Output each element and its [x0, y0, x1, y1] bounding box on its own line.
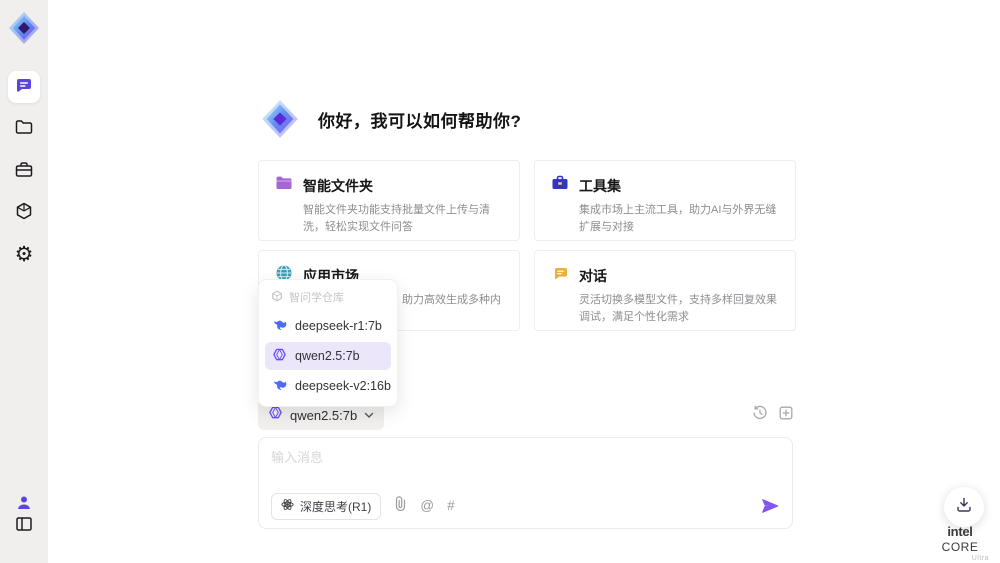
- card-description: 集成市场上主流工具，助力AI与外界无缝扩展与对接: [579, 204, 777, 234]
- card-chat[interactable]: 对话 灵活切换多模型文件，支持多样回复效果调试，满足个性化需求: [534, 250, 796, 331]
- chat-card-icon: [551, 264, 569, 287]
- download-button[interactable]: [944, 487, 984, 527]
- panel-icon: [14, 514, 34, 539]
- gear-icon: ⚙: [14, 242, 34, 266]
- intel-wordmark: intel: [947, 524, 973, 539]
- selected-model-label: qwen2.5:7b: [290, 407, 358, 423]
- model-option-label: deepseek-r1:7b: [295, 319, 382, 333]
- app-window: ⚙ 你好，我可以如何帮助你? 智能文件夹 智能文件夹功能支持批量文件上传与清洗，…: [0, 0, 1000, 563]
- card-title: 工具集: [579, 177, 621, 194]
- page-title: 你好，我可以如何帮助你?: [318, 111, 522, 131]
- sidebar-item-settings[interactable]: ⚙: [8, 238, 40, 270]
- chat-icon: [14, 75, 34, 100]
- card-description: 灵活切换多模型文件，支持多样回复效果调试，满足个性化需求: [579, 294, 777, 324]
- model-option-deepseek-v2[interactable]: deepseek-v2:16b: [265, 372, 391, 400]
- model-dropdown-header-label: 智问学仓库: [289, 292, 344, 304]
- folder-card-icon: [275, 174, 293, 197]
- core-wordmark: core: [941, 540, 979, 554]
- sidebar-item-tools[interactable]: [8, 156, 40, 188]
- app-logo-icon: [6, 10, 42, 46]
- model-option-qwen[interactable]: qwen2.5:7b: [265, 342, 391, 370]
- greeting-logo-icon: [260, 99, 300, 139]
- sidebar-item-chat[interactable]: [8, 71, 40, 103]
- card-title: 对话: [579, 267, 607, 284]
- send-icon[interactable]: [760, 496, 780, 516]
- sidebar-item-folders[interactable]: [8, 113, 40, 145]
- history-icon[interactable]: [752, 405, 768, 421]
- intel-core-logo: intel core Ultra: [931, 524, 989, 562]
- sidebar-collapse-button[interactable]: [8, 510, 40, 542]
- mention-icon[interactable]: @: [420, 499, 434, 513]
- card-title: 智能文件夹: [303, 177, 373, 194]
- attachment-icon[interactable]: [394, 496, 407, 516]
- greeting: 你好，我可以如何帮助你?: [260, 99, 521, 139]
- sidebar: ⚙: [0, 0, 48, 563]
- model-option-label: qwen2.5:7b: [295, 349, 360, 363]
- deep-think-label: 深度思考(R1): [300, 499, 372, 514]
- card-description: 智能文件夹功能支持批量文件上传与清洗，轻松实现文件问答: [303, 204, 490, 234]
- qwen-icon: [272, 347, 287, 365]
- hashtag-icon[interactable]: #: [447, 499, 455, 513]
- toolset-card-icon: [551, 174, 569, 197]
- message-input[interactable]: [271, 447, 771, 487]
- repository-icon: [271, 290, 283, 305]
- deepseek-icon: [272, 317, 287, 335]
- model-option-label: deepseek-v2:16b: [295, 379, 391, 393]
- card-toolset[interactable]: 工具集 集成市场上主流工具，助力AI与外界无缝扩展与对接: [534, 160, 796, 241]
- briefcase-icon: [14, 160, 34, 185]
- model-option-deepseek-r1[interactable]: deepseek-r1:7b: [265, 312, 391, 340]
- model-dropdown-header: 智问学仓库: [265, 286, 391, 310]
- composer-toolbar: 深度思考(R1) @ #: [271, 492, 780, 520]
- model-dropdown: 智问学仓库 deepseek-r1:7b qwen2.5:7b deepseek…: [258, 279, 398, 407]
- cube-icon: [14, 201, 34, 226]
- core-tier-label: Ultra: [971, 555, 989, 562]
- sidebar-item-apps[interactable]: [8, 197, 40, 229]
- deepseek-icon: [272, 377, 287, 395]
- new-chat-icon[interactable]: [778, 405, 794, 421]
- chat-row-actions: [752, 405, 794, 421]
- chevron-down-icon: [364, 406, 374, 424]
- atom-icon: [281, 498, 294, 514]
- deep-think-toggle[interactable]: 深度思考(R1): [271, 492, 382, 520]
- folder-icon: [14, 117, 34, 142]
- qwen-icon: [268, 405, 283, 425]
- message-composer: 深度思考(R1) @ #: [258, 437, 793, 529]
- card-smart-folder[interactable]: 智能文件夹 智能文件夹功能支持批量文件上传与清洗，轻松实现文件问答: [258, 160, 520, 241]
- download-icon: [955, 496, 973, 519]
